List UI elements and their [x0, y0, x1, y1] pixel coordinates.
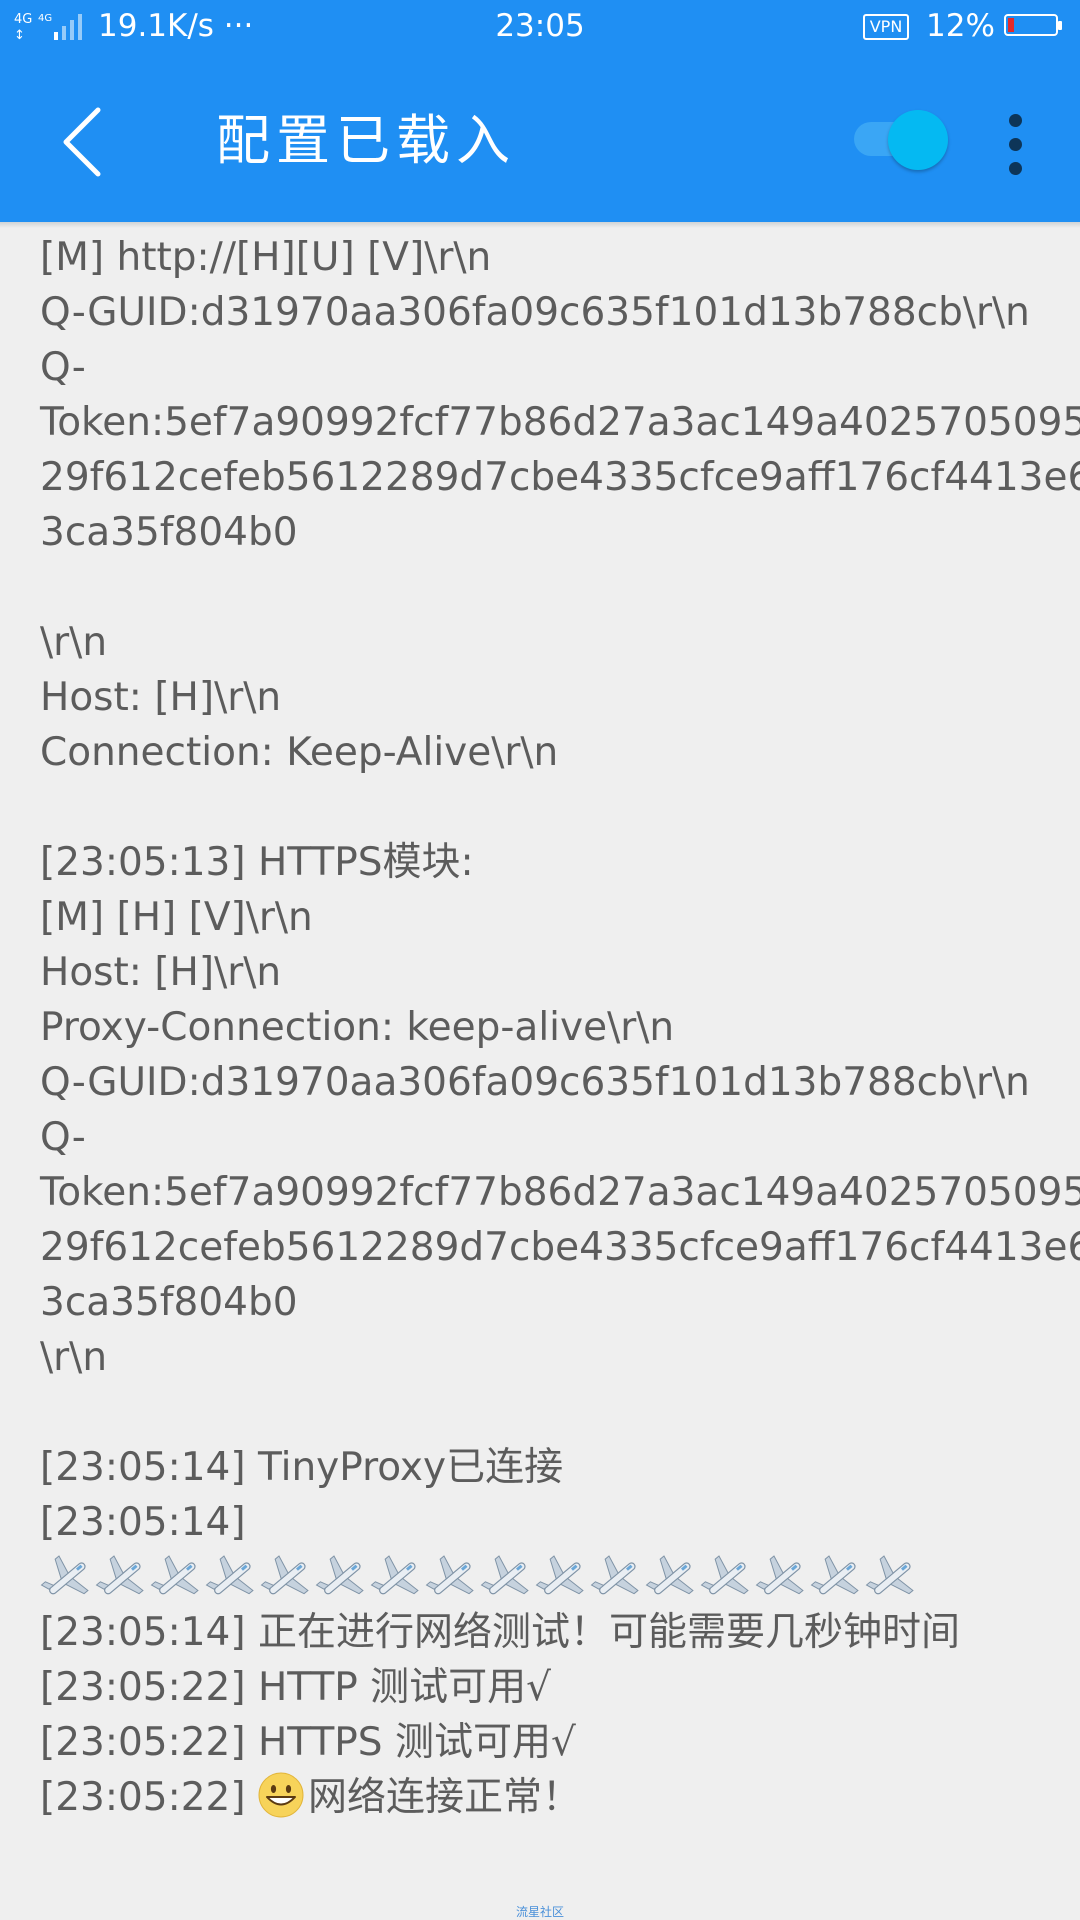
log-tail-lines: [23:05:14] 正在进行网络测试！可能需要几秒钟时间 [23:05:22] …	[40, 1605, 1050, 1770]
battery-percent: 12%	[926, 8, 995, 44]
log-lines: [M] http://[H][U] [V]\r\n Q-GUID:d31970aa…	[40, 230, 1080, 1550]
log-line: Host: [H]\r\n	[40, 675, 282, 720]
log-line: \r\n	[40, 620, 108, 665]
airplane-icon	[150, 1552, 204, 1604]
airplane-icon	[755, 1552, 809, 1604]
airplane-icon	[40, 1552, 94, 1604]
log-line: Host: [H]\r\n	[40, 950, 282, 995]
log-line: Q-GUID:d31970aa306fa09c635f101d13b788cb\…	[40, 290, 1030, 335]
log-final-time: [23:05:22]	[40, 1775, 258, 1820]
airplane-icon	[645, 1552, 699, 1604]
log-line: Token:5ef7a90992fcf77b86d27a3ac149a40257…	[40, 400, 1080, 445]
more-vertical-icon	[1009, 114, 1022, 127]
toggle-thumb	[888, 110, 948, 170]
overflow-menu-button[interactable]	[1000, 110, 1030, 180]
log-line: Token:5ef7a90992fcf77b86d27a3ac149a40257…	[40, 1170, 1080, 1215]
chevron-left-icon	[63, 107, 101, 177]
airplane-icon	[315, 1552, 369, 1604]
airplane-icon	[480, 1552, 534, 1604]
log-final-text: 网络连接正常！	[308, 1775, 582, 1820]
status-bar: 4G 4G ↕ 19.1K/s ··· 23:05 VPN 12%	[0, 0, 1080, 52]
airplane-icon	[205, 1552, 259, 1604]
log-line: [M] [H] [V]\r\n	[40, 895, 313, 940]
airplane-icon	[810, 1552, 864, 1604]
log-line: 29f612cefeb5612289d7cbe4335cfce9aff176cf…	[40, 455, 1080, 500]
log-line: Q-	[40, 1115, 86, 1160]
log-line: \r\n	[40, 1335, 108, 1380]
log-line: Proxy-Connection: keep-alive\r\n	[40, 1005, 675, 1050]
log-line: Q-	[40, 345, 86, 390]
log-line: [23:05:22] HTTPS 测试可用√	[40, 1720, 576, 1765]
log-line: 3ca35f804b0	[40, 510, 298, 555]
proxy-toggle[interactable]	[852, 108, 952, 172]
app-bar-shadow	[0, 222, 1080, 228]
log-line: [23:05:22] HTTP 测试可用√	[40, 1665, 552, 1710]
log-line: [M] http://[H][U] [V]\r\n	[40, 235, 492, 280]
log-line: [23:05:14]	[40, 1500, 246, 1545]
back-button[interactable]	[54, 102, 114, 182]
clock: 23:05	[495, 8, 585, 44]
airplane-icon	[370, 1552, 424, 1604]
airplane-icon	[95, 1552, 149, 1604]
page-title: 配置已载入	[216, 109, 516, 172]
vpn-badge: VPN	[863, 14, 909, 40]
log-line: [23:05:13] HTTPS模块:	[40, 840, 474, 885]
grinning-face-icon	[258, 1772, 304, 1818]
battery-icon	[1004, 14, 1062, 36]
log-line: 3ca35f804b0	[40, 1280, 298, 1325]
airplane-icon	[590, 1552, 644, 1604]
log-output: [M] http://[H][U] [V]\r\n Q-GUID:d31970aa…	[40, 230, 1080, 1825]
airplane-icon	[260, 1552, 314, 1604]
log-line: [23:05:14] TinyProxy已连接	[40, 1445, 564, 1490]
airplane-icon	[425, 1552, 479, 1604]
log-line: 29f612cefeb5612289d7cbe4335cfce9aff176cf…	[40, 1225, 1080, 1270]
airplane-icon	[535, 1552, 589, 1604]
app-bar: 配置已载入	[0, 52, 1080, 222]
airplane-icon	[865, 1552, 919, 1604]
log-line-final: [23:05:22] 网络连接正常！	[40, 1770, 1050, 1825]
log-line: Connection: Keep-Alive\r\n	[40, 730, 559, 775]
watermark: 流星社区	[515, 1905, 564, 1919]
log-line: [23:05:14] 正在进行网络测试！可能需要几秒钟时间	[40, 1610, 960, 1655]
airplane-row	[40, 1550, 1050, 1605]
airplane-icon	[700, 1552, 754, 1604]
battery-level	[1008, 18, 1014, 32]
log-line: Q-GUID:d31970aa306fa09c635f101d13b788cb\…	[40, 1060, 1030, 1105]
